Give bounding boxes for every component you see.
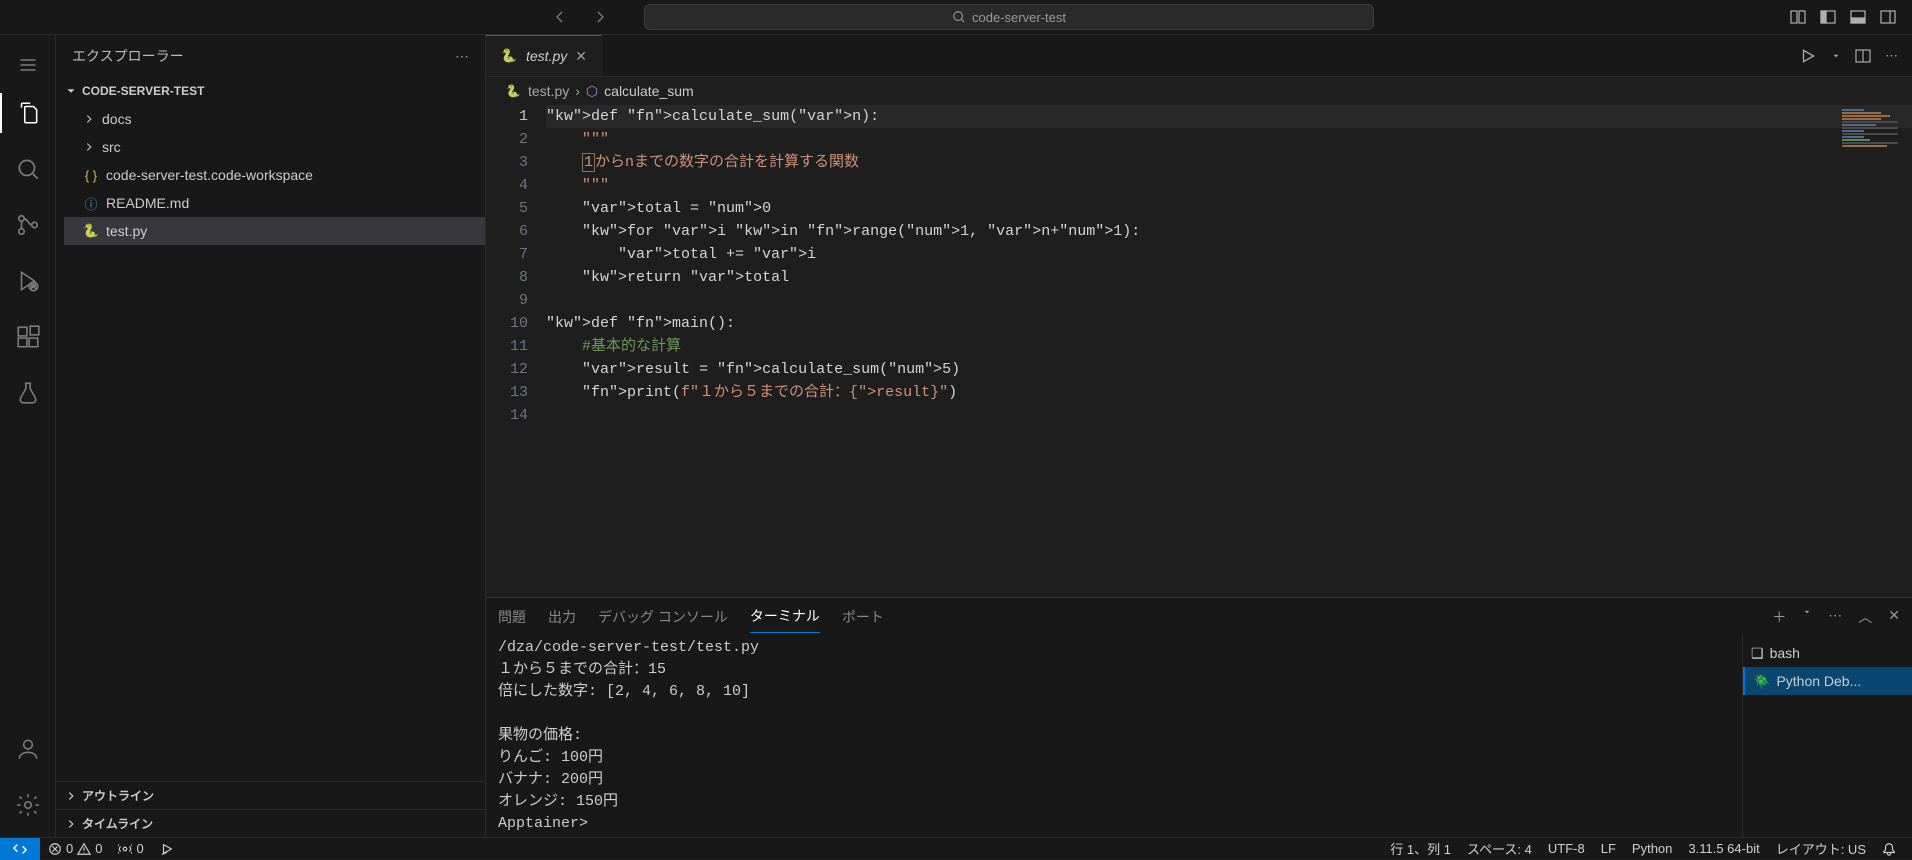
account-icon[interactable] xyxy=(0,721,56,777)
panel-tab-ports[interactable]: ポート xyxy=(842,601,884,633)
breadcrumb[interactable]: 🐍 test.py › ⬡ calculate_sum xyxy=(486,77,1912,105)
minimap[interactable] xyxy=(1842,109,1898,229)
status-encoding[interactable]: UTF-8 xyxy=(1540,841,1593,856)
terminal-list: ❑ bash 🪲 Python Deb... xyxy=(1742,635,1912,837)
statusbar: 0 0 0 行 1、列 1 スペース: 4 UTF-8 LF Python 3.… xyxy=(0,837,1912,859)
terminal-bash[interactable]: ❑ bash xyxy=(1743,639,1912,667)
status-eol[interactable]: LF xyxy=(1593,841,1624,856)
sidebar-more-icon[interactable]: ⋯ xyxy=(455,48,469,65)
close-panel-icon[interactable]: ✕ xyxy=(1888,607,1900,627)
outline-section[interactable]: アウトライン xyxy=(56,781,485,809)
python-icon: 🐍 xyxy=(500,47,518,65)
source-control-icon[interactable] xyxy=(0,197,56,253)
panel-tab-output[interactable]: 出力 xyxy=(548,601,576,633)
toggle-sidebar-icon[interactable] xyxy=(1820,9,1836,25)
run-dropdown-icon[interactable] xyxy=(1831,51,1841,61)
chevron-right-icon: › xyxy=(575,83,580,99)
customize-layout-icon[interactable] xyxy=(1790,9,1806,25)
extensions-icon[interactable] xyxy=(0,309,56,365)
maximize-panel-icon[interactable]: ︿ xyxy=(1858,607,1872,627)
panel-tab-terminal[interactable]: ターミナル xyxy=(750,600,820,633)
symbol-icon: ⬡ xyxy=(586,83,598,100)
run-icon[interactable] xyxy=(1799,47,1817,65)
editor-area: 🐍 test.py ✕ ⋯ 🐍 test.py › ⬡ calculate_su… xyxy=(486,35,1912,837)
testing-icon[interactable] xyxy=(0,365,56,421)
editor-tabs: 🐍 test.py ✕ ⋯ xyxy=(486,35,1912,77)
activity-bar xyxy=(0,35,56,837)
status-ports[interactable]: 0 xyxy=(110,841,151,856)
explorer-icon[interactable] xyxy=(0,85,56,141)
run-debug-icon[interactable] xyxy=(0,253,56,309)
nav-back-icon[interactable] xyxy=(548,5,572,29)
terminal-python-debug[interactable]: 🪲 Python Deb... xyxy=(1743,667,1912,695)
more-icon[interactable]: ⋯ xyxy=(1885,48,1898,64)
panel-more-icon[interactable]: ⋯ xyxy=(1828,607,1842,627)
menu-icon[interactable] xyxy=(0,45,56,85)
bottom-panel: 問題 出力 デバッグ コンソール ターミナル ポート ＋ ⋯ ︿ ✕ /dza/… xyxy=(486,597,1912,837)
tree-folder-docs[interactable]: docs xyxy=(64,105,485,133)
sidebar-title: エクスプローラー ⋯ xyxy=(56,35,485,77)
terminal-icon: ❑ xyxy=(1751,645,1764,662)
nav-forward-icon[interactable] xyxy=(588,5,612,29)
panel-tab-debug[interactable]: デバッグ コンソール xyxy=(598,601,728,633)
tree-folder-src[interactable]: src xyxy=(64,133,485,161)
titlebar: code-server-test xyxy=(0,0,1912,35)
search-text: code-server-test xyxy=(972,10,1066,25)
status-run-icon[interactable] xyxy=(152,842,182,856)
status-runtime[interactable]: 3.11.5 64-bit xyxy=(1680,841,1767,856)
json-icon: { } xyxy=(82,166,100,184)
terminal-output[interactable]: /dza/code-server-test/test.py １から５までの合計：… xyxy=(486,635,1742,837)
folder-root[interactable]: CODE-SERVER-TEST xyxy=(56,77,485,105)
tree-file-readme[interactable]: ⓘ README.md xyxy=(64,189,485,217)
python-icon: 🐍 xyxy=(82,222,100,240)
tab-testpy[interactable]: 🐍 test.py ✕ xyxy=(486,35,602,76)
notifications-icon[interactable] xyxy=(1874,842,1904,856)
status-lang[interactable]: Python xyxy=(1624,841,1680,856)
remote-icon[interactable] xyxy=(0,838,40,860)
toggle-secondary-sidebar-icon[interactable] xyxy=(1880,9,1896,25)
search-icon[interactable] xyxy=(0,141,56,197)
terminal-chevron-icon[interactable] xyxy=(1802,607,1812,627)
python-icon: 🐍 xyxy=(504,82,522,100)
sidebar: エクスプローラー ⋯ CODE-SERVER-TEST docs src { }… xyxy=(56,35,486,837)
new-terminal-icon[interactable]: ＋ xyxy=(1772,607,1786,627)
panel-tab-problems[interactable]: 問題 xyxy=(498,601,526,633)
line-gutter: 1234567891011121314 xyxy=(486,105,546,597)
status-spaces[interactable]: スペース: 4 xyxy=(1459,839,1540,858)
tree-file-workspace[interactable]: { } code-server-test.code-workspace xyxy=(64,161,485,189)
toggle-panel-icon[interactable] xyxy=(1850,9,1866,25)
split-editor-icon[interactable] xyxy=(1855,48,1871,64)
command-center[interactable]: code-server-test xyxy=(644,4,1374,30)
status-errors[interactable]: 0 0 xyxy=(40,841,110,856)
timeline-section[interactable]: タイムライン xyxy=(56,809,485,837)
status-layout[interactable]: レイアウト: US xyxy=(1768,839,1874,858)
status-cursor[interactable]: 行 1、列 1 xyxy=(1382,839,1459,858)
code-editor[interactable]: 1234567891011121314 "kw">def "fn">calcul… xyxy=(486,105,1912,597)
settings-gear-icon[interactable] xyxy=(0,777,56,833)
close-icon[interactable]: ✕ xyxy=(575,48,587,65)
code-body[interactable]: "kw">def "fn">calculate_sum("var">n): ""… xyxy=(546,105,1912,597)
tree-file-testpy[interactable]: 🐍 test.py xyxy=(64,217,485,245)
info-icon: ⓘ xyxy=(82,194,100,212)
bug-icon: 🪲 xyxy=(1753,673,1770,690)
